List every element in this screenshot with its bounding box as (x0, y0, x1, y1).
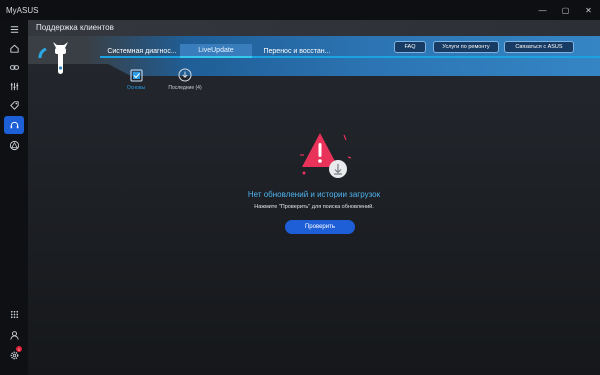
subnav-basics-label: Основы (126, 85, 146, 91)
sidebar-item-apps[interactable] (4, 305, 24, 323)
main-content: Поддержка клиентов Системная диагнос... … (28, 20, 600, 375)
checkbox-icon (129, 68, 143, 82)
window-controls: — ▢ ✕ (531, 0, 600, 20)
repair-services-button[interactable]: Услуги по ремонту (433, 41, 499, 53)
sidebar-item-settings[interactable]: 1 (4, 346, 24, 364)
home-icon (9, 44, 19, 53)
empty-state-hint: Нажмите "Проверить" для поиска обновлени… (254, 204, 374, 210)
title-bar: MyASUS — ▢ ✕ (0, 0, 600, 20)
sidebar-item-offers[interactable] (4, 96, 24, 114)
tag-icon (9, 100, 19, 110)
empty-state-title: Нет обновлений и истории загрузок (247, 190, 381, 199)
headset-icon (10, 121, 18, 128)
sidebar-item-link[interactable] (4, 58, 24, 76)
download-circle-icon (178, 68, 192, 82)
tab-liveupdate[interactable]: LiveUpdate (180, 44, 252, 58)
page-title: Поддержка клиентов (36, 23, 114, 32)
faq-button[interactable]: FAQ (394, 41, 426, 53)
sidebar-item-support[interactable] (4, 116, 24, 134)
subnav-recent[interactable]: Последние (4) (165, 68, 205, 91)
warning-download-icon (300, 133, 352, 178)
sidebar-item-customize[interactable] (4, 77, 24, 95)
sliders-icon (10, 82, 18, 90)
tab-transfer-restore[interactable]: Перенос и восстан... (254, 44, 340, 58)
subnav-recent-label: Последние (4) (168, 85, 202, 91)
tab-system-diagnosis[interactable]: Системная диагнос... (104, 44, 180, 58)
grid-icon (10, 310, 18, 318)
user-icon (9, 330, 19, 340)
triangle-icon (9, 140, 19, 150)
sidebar-item-store[interactable] (4, 136, 24, 154)
subnav-basics[interactable]: Основы (116, 68, 156, 91)
support-tool-icon (38, 42, 68, 74)
maximize-button[interactable]: ▢ (554, 0, 577, 20)
link-icon (9, 64, 19, 70)
app-title: MyASUS (6, 5, 39, 15)
contact-asus-button[interactable]: Связаться с ASUS (504, 41, 574, 53)
hamburger-menu-button[interactable] (4, 20, 24, 38)
minimize-button[interactable]: — (531, 0, 554, 20)
hamburger-icon (10, 25, 18, 33)
sidebar-item-home[interactable] (4, 39, 24, 57)
sidebar: 1 (0, 20, 28, 375)
sidebar-item-account[interactable] (4, 326, 24, 344)
notification-badge: 1 (16, 346, 22, 352)
check-button[interactable]: Проверить (285, 220, 355, 234)
close-button[interactable]: ✕ (577, 0, 600, 20)
